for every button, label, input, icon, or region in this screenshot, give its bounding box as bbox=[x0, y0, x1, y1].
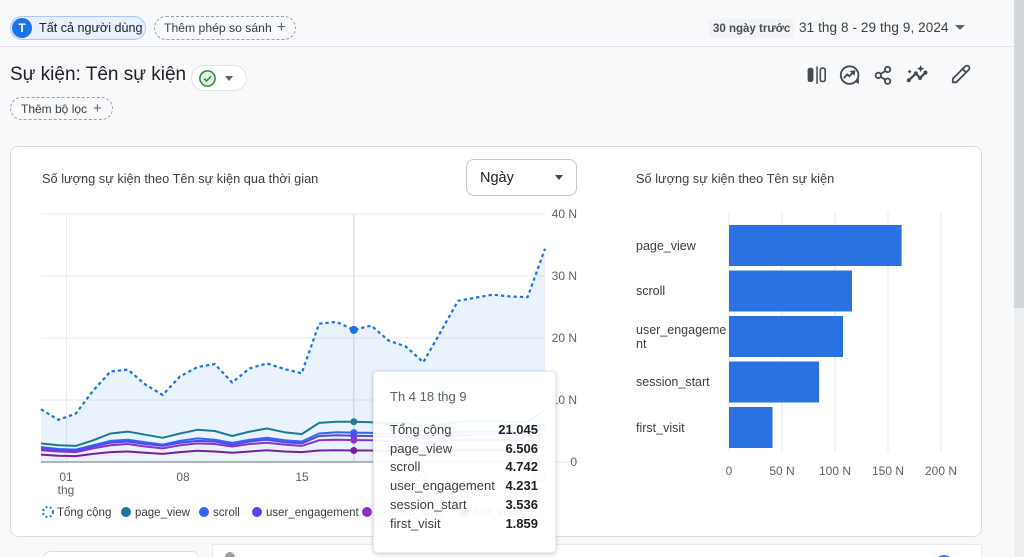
svg-text:Tổng cộng: Tổng cộng bbox=[57, 507, 111, 519]
svg-text:150 N: 150 N bbox=[872, 464, 904, 478]
svg-text:40 N: 40 N bbox=[552, 207, 577, 221]
svg-text:user_engagement: user_engagement bbox=[266, 507, 360, 519]
svg-text:08: 08 bbox=[176, 470, 190, 484]
svg-text:20 N: 20 N bbox=[552, 331, 577, 345]
svg-text:100 N: 100 N bbox=[819, 464, 851, 478]
svg-text:0: 0 bbox=[570, 455, 577, 469]
svg-text:01: 01 bbox=[59, 470, 73, 484]
svg-text:page_view: page_view bbox=[636, 239, 697, 253]
svg-text:50 N: 50 N bbox=[769, 464, 794, 478]
svg-text:page_view: page_view bbox=[135, 507, 191, 519]
svg-text:scroll: scroll bbox=[213, 507, 240, 519]
svg-text:first_visit: first_visit bbox=[636, 421, 685, 435]
svg-text:30 N: 30 N bbox=[552, 269, 577, 283]
svg-text:session_start: session_start bbox=[636, 375, 710, 389]
svg-text:thg: thg bbox=[58, 483, 75, 497]
svg-text:15: 15 bbox=[295, 470, 309, 484]
svg-text:nt: nt bbox=[636, 337, 647, 351]
svg-text:scroll: scroll bbox=[636, 284, 665, 298]
svg-text:200 N: 200 N bbox=[925, 464, 957, 478]
svg-text:0: 0 bbox=[726, 464, 733, 478]
svg-text:user_engageme: user_engageme bbox=[636, 323, 726, 337]
